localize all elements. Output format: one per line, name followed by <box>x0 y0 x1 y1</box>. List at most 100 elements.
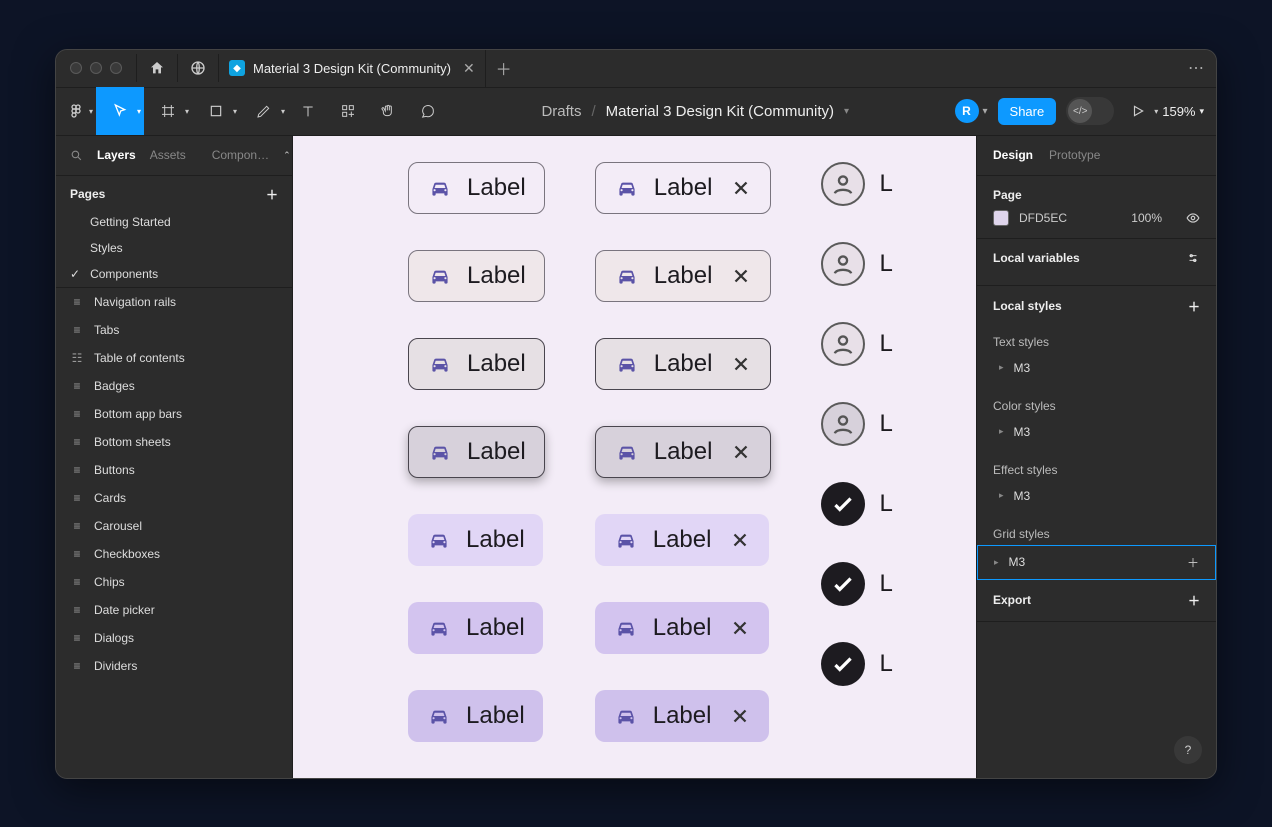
chip-filled-close[interactable]: Label <box>595 250 772 302</box>
frame-icon: ≡ <box>70 631 84 645</box>
rectangle-icon <box>209 104 223 118</box>
chip-avatar[interactable]: L <box>821 242 916 286</box>
maximize-window-button[interactable] <box>110 62 122 74</box>
chip-filled-close[interactable]: Label <box>595 338 772 390</box>
home-button[interactable] <box>137 49 177 87</box>
text-tool[interactable] <box>288 87 328 135</box>
layer-item[interactable]: ≡Dialogs <box>56 624 292 652</box>
close-window-button[interactable] <box>70 62 82 74</box>
layer-item[interactable]: ≡Badges <box>56 372 292 400</box>
close-icon[interactable] <box>730 177 752 199</box>
present-button[interactable]: ▾ <box>1124 87 1152 135</box>
zoom-dropdown[interactable]: 159% ▾ <box>1162 104 1204 119</box>
settings-icon[interactable] <box>1186 251 1200 265</box>
shape-tool[interactable]: ▾ <box>192 87 240 135</box>
titlebar-overflow-button[interactable]: ⋯ <box>1176 58 1216 78</box>
add-export-button[interactable]: ＋ <box>1188 592 1200 609</box>
chip-tonal-close[interactable]: Label <box>595 514 770 566</box>
chip-tonal-close[interactable]: Label <box>595 602 770 654</box>
page-item[interactable]: Styles <box>56 235 292 261</box>
close-icon[interactable] <box>729 529 751 551</box>
layer-item[interactable]: ≡Cards <box>56 484 292 512</box>
page-color-value[interactable]: DFD5EC <box>1019 211 1067 225</box>
car-icon <box>614 175 640 201</box>
frame-tool[interactable]: ▾ <box>144 87 192 135</box>
breadcrumb-root: Drafts <box>541 103 581 120</box>
chip-selected[interactable]: L <box>821 482 916 526</box>
style-item[interactable]: ▸M3 <box>993 419 1200 439</box>
breadcrumb[interactable]: Drafts / Material 3 Design Kit (Communit… <box>541 103 849 120</box>
new-tab-button[interactable]: ＋ <box>486 56 522 80</box>
add-page-button[interactable]: ＋ <box>266 186 278 203</box>
page-item-active[interactable]: ✓ Components <box>56 261 292 287</box>
community-button[interactable] <box>178 49 218 87</box>
chip-selected[interactable]: L <box>821 642 916 686</box>
visibility-toggle[interactable] <box>1186 211 1200 225</box>
frame-icon: ≡ <box>70 491 84 505</box>
tab-prototype[interactable]: Prototype <box>1049 148 1100 162</box>
file-tab[interactable]: ◆ Material 3 Design Kit (Community) ✕ <box>219 49 486 87</box>
layer-item[interactable]: ≡Navigation rails <box>56 288 292 316</box>
tab-layers[interactable]: Layers <box>97 148 136 162</box>
avatar-icon <box>821 242 865 286</box>
chip-outlined[interactable]: Label <box>408 162 545 214</box>
move-tool[interactable]: ▾ <box>96 87 144 135</box>
style-item-active[interactable]: ▸M3 <box>994 555 1025 569</box>
pen-tool[interactable]: ▾ <box>240 87 288 135</box>
car-icon <box>426 527 452 553</box>
chip-avatar[interactable]: L <box>821 402 916 446</box>
chip-outlined-close[interactable]: Label <box>595 162 772 214</box>
close-icon[interactable] <box>729 705 751 727</box>
layer-item[interactable]: ≡Buttons <box>56 456 292 484</box>
page-item[interactable]: Getting Started <box>56 209 292 235</box>
layer-item[interactable]: ≡Checkboxes <box>56 540 292 568</box>
resources-tool[interactable] <box>328 87 368 135</box>
layer-item[interactable]: ☷Table of contents <box>56 344 292 372</box>
layer-item[interactable]: ≡Date picker <box>56 596 292 624</box>
car-icon <box>427 175 453 201</box>
chip-filled[interactable]: Label <box>408 250 545 302</box>
chip-filled[interactable]: Label <box>408 338 545 390</box>
close-icon[interactable] <box>730 441 752 463</box>
style-item[interactable]: ▸M3 <box>993 355 1200 375</box>
help-button[interactable]: ? <box>1174 736 1202 764</box>
close-icon[interactable] <box>730 353 752 375</box>
comment-tool[interactable] <box>408 87 448 135</box>
tab-assets[interactable]: Assets <box>150 148 186 162</box>
style-item[interactable]: ▸M3 <box>993 483 1200 503</box>
add-grid-style-button[interactable]: ＋ <box>1187 554 1199 571</box>
chip-avatar[interactable]: L <box>821 322 916 366</box>
chip-avatar[interactable]: L <box>821 162 916 206</box>
hand-tool[interactable] <box>368 87 408 135</box>
canvas[interactable]: Label Label Label Label Label Label Labe… <box>293 136 976 778</box>
chip-elevated[interactable]: Label <box>408 426 545 478</box>
layer-item[interactable]: ≡Carousel <box>56 512 292 540</box>
add-style-button[interactable]: ＋ <box>1188 298 1200 315</box>
layer-item[interactable]: ≡Bottom app bars <box>56 400 292 428</box>
close-icon[interactable] <box>729 617 751 639</box>
chip-tonal[interactable]: Label <box>408 514 543 566</box>
tab-components[interactable]: Compon… <box>212 148 269 162</box>
chip-tonal[interactable]: Label <box>408 602 543 654</box>
dev-mode-toggle[interactable]: </> <box>1066 97 1114 125</box>
main-menu-button[interactable]: ▾ <box>56 87 96 135</box>
chip-selected[interactable]: L <box>821 562 916 606</box>
page-color-swatch[interactable] <box>993 210 1009 226</box>
close-tab-button[interactable]: ✕ <box>463 60 475 77</box>
layer-item[interactable]: ≡Dividers <box>56 652 292 680</box>
share-button[interactable]: Share <box>998 98 1057 125</box>
chevron-up-icon[interactable]: ⌃ <box>283 150 291 161</box>
user-avatar-dropdown[interactable]: R ▾ <box>955 99 988 123</box>
frame-icon: ≡ <box>70 575 84 589</box>
page-opacity-value[interactable]: 100% <box>1131 211 1162 225</box>
layer-item[interactable]: ≡Bottom sheets <box>56 428 292 456</box>
tab-design[interactable]: Design <box>993 148 1033 162</box>
layer-item[interactable]: ≡Tabs <box>56 316 292 344</box>
chip-tonal-close[interactable]: Label <box>595 690 770 742</box>
close-icon[interactable] <box>730 265 752 287</box>
search-button[interactable] <box>70 149 83 162</box>
chip-tonal[interactable]: Label <box>408 690 543 742</box>
minimize-window-button[interactable] <box>90 62 102 74</box>
chip-elevated-close[interactable]: Label <box>595 426 772 478</box>
layer-item[interactable]: ≡Chips <box>56 568 292 596</box>
